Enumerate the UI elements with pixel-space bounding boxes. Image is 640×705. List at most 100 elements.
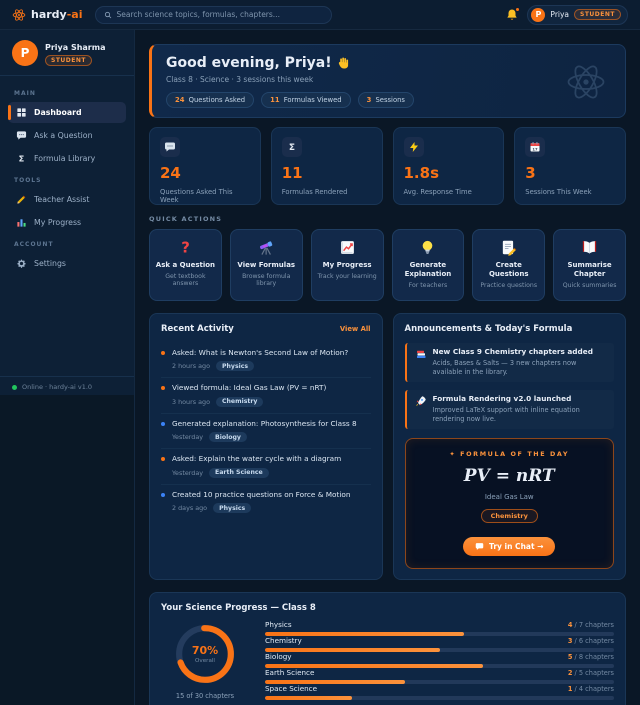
progress-title: Your Science Progress — Class 8 bbox=[161, 603, 316, 613]
subject-count: 4 / 7 chapters bbox=[568, 621, 614, 629]
quick-action-subtitle: Browse formula library bbox=[235, 273, 298, 288]
announcement-body: Acids, Bases & Salts — 3 new chapters no… bbox=[433, 359, 609, 377]
activity-text: Created 10 practice questions on Force &… bbox=[172, 490, 351, 499]
subject-name: Biology bbox=[265, 652, 292, 661]
sidebar-item-label: Dashboard bbox=[34, 108, 82, 117]
stat-value: 1.8s bbox=[404, 164, 494, 182]
activity-subject-badge: Biology bbox=[209, 432, 247, 442]
greeting-stat-pill: 3 Sessions bbox=[358, 92, 414, 108]
sidebar-item-teacher-assist[interactable]: Teacher Assist bbox=[8, 189, 126, 210]
activity-item[interactable]: Asked: Explain the water cycle with a di… bbox=[161, 449, 371, 484]
sidebar-section-label: TOOLS bbox=[8, 171, 126, 189]
user-menu[interactable]: P Priya STUDENT bbox=[527, 5, 628, 25]
sidebar-item-settings[interactable]: Settings bbox=[8, 253, 126, 274]
books-icon bbox=[415, 347, 427, 377]
stat-card: 24 Questions Asked This Week bbox=[149, 127, 261, 205]
quick-action-title: Create Questions bbox=[477, 261, 540, 279]
sidebar-profile: P Priya Sharma STUDENT bbox=[0, 30, 134, 76]
sidebar-item-dashboard[interactable]: Dashboard bbox=[8, 102, 126, 123]
announcement-item: Formula Rendering v2.0 launched Improved … bbox=[405, 390, 615, 429]
search-input[interactable] bbox=[117, 10, 323, 19]
subject-progress-row: Physics4 / 7 chapters bbox=[265, 620, 614, 636]
activity-time: 2 days ago bbox=[172, 504, 207, 512]
overall-label: Overall bbox=[195, 658, 215, 664]
chat-icon bbox=[16, 130, 27, 141]
greeting-stat-pill: 24 Questions Asked bbox=[166, 92, 254, 108]
activity-dot bbox=[161, 422, 165, 426]
search-icon bbox=[104, 11, 112, 19]
svg-text:17: 17 bbox=[533, 147, 539, 151]
quick-actions-heading: QUICK ACTIONS bbox=[149, 215, 626, 223]
sidebar-item-ask-a-question[interactable]: Ask a Question bbox=[8, 125, 126, 146]
progress-bar-fill bbox=[265, 696, 352, 700]
activity-item[interactable]: Created 10 practice questions on Force &… bbox=[161, 485, 371, 519]
sidebar-item-label: My Progress bbox=[34, 218, 81, 227]
activity-item[interactable]: Generated explanation: Photosynthesis fo… bbox=[161, 414, 371, 449]
subject-progress-row: Space Science1 / 4 chapters bbox=[265, 684, 614, 700]
activity-item[interactable]: Asked: What is Newton's Second Law of Mo… bbox=[161, 343, 371, 378]
activity-text: Viewed formula: Ideal Gas Law (PV = nRT) bbox=[172, 383, 326, 392]
stat-label: Questions Asked This Week bbox=[160, 188, 250, 204]
bulb-icon bbox=[419, 238, 436, 256]
sidebar-item-label: Formula Library bbox=[34, 154, 95, 163]
greeting-title: Good evening, Priya! bbox=[166, 55, 332, 71]
svg-text:Σ: Σ bbox=[19, 153, 25, 163]
pencil-icon bbox=[16, 194, 27, 205]
announcements-panel: Announcements & Today's Formula New Clas… bbox=[393, 313, 627, 580]
avatar: P bbox=[531, 8, 545, 22]
subject-count: 5 / 8 chapters bbox=[568, 653, 614, 661]
status-text: Online · hardy-ai v1.0 bbox=[22, 383, 92, 391]
svg-text:Σ: Σ bbox=[289, 143, 295, 153]
progress-bar-track bbox=[265, 696, 614, 700]
activity-time: 2 hours ago bbox=[172, 362, 210, 370]
subject-progress-row: Chemistry3 / 6 chapters bbox=[265, 636, 614, 652]
quick-action-my-progress[interactable]: My ProgressTrack your learning bbox=[311, 229, 384, 301]
notification-bell-icon[interactable] bbox=[505, 8, 519, 22]
stat-value: 11 bbox=[282, 164, 372, 182]
online-status-icon bbox=[12, 385, 17, 390]
announcement-title: Formula Rendering v2.0 launched bbox=[433, 394, 609, 403]
rocket-icon bbox=[415, 394, 427, 424]
main-content: Good evening, Priya! Class 8 · Science ·… bbox=[135, 30, 640, 705]
quick-action-summarise-chapter[interactable]: Summarise ChapterQuick summaries bbox=[553, 229, 626, 301]
overall-percent: 70% bbox=[192, 644, 218, 657]
avatar: P bbox=[12, 40, 38, 66]
activity-time: Yesterday bbox=[172, 433, 203, 441]
sidebar-section-label: ACCOUNT bbox=[8, 235, 126, 253]
notification-dot bbox=[515, 7, 520, 12]
wave-hand-icon bbox=[337, 56, 351, 70]
activity-item[interactable]: Viewed formula: Ideal Gas Law (PV = nRT)… bbox=[161, 378, 371, 413]
subject-count: 2 / 5 chapters bbox=[568, 669, 614, 677]
view-all-link[interactable]: View All bbox=[340, 325, 371, 333]
quick-action-title: Ask a Question bbox=[156, 261, 215, 270]
quick-action-subtitle: Get textbook answers bbox=[154, 273, 217, 288]
sidebar-item-formula-library[interactable]: Σ Formula Library bbox=[8, 148, 126, 169]
overall-caption: 15 of 30 chapters bbox=[161, 692, 249, 700]
activity-text: Generated explanation: Photosynthesis fo… bbox=[172, 419, 357, 428]
quick-action-view-formulas[interactable]: View FormulasBrowse formula library bbox=[230, 229, 303, 301]
app-logo: hardy-ai bbox=[12, 8, 83, 22]
sigma-icon: Σ bbox=[282, 137, 302, 157]
quick-action-subtitle: For teachers bbox=[409, 282, 448, 289]
svg-text:?: ? bbox=[181, 239, 190, 256]
top-bar: hardy-ai P Priya STUDENT bbox=[0, 0, 640, 30]
quick-action-create-questions[interactable]: Create QuestionsPractice questions bbox=[472, 229, 545, 301]
announcement-body: Improved LaTeX support with inline equat… bbox=[433, 406, 609, 424]
try-in-chat-button[interactable]: Try in Chat → bbox=[463, 537, 555, 556]
sidebar-item-my-progress[interactable]: My Progress bbox=[8, 212, 126, 233]
quick-action-ask-a-question[interactable]: ? Ask a Question Get textbook answers bbox=[149, 229, 222, 301]
logo-text: hardy bbox=[31, 8, 67, 21]
quick-action-title: Generate Explanation bbox=[397, 261, 460, 279]
atom-watermark-icon bbox=[565, 61, 607, 103]
search-bar[interactable] bbox=[95, 6, 332, 24]
quick-action-generate-explanation[interactable]: Generate Explanation For teachers bbox=[392, 229, 465, 301]
sidebar-section-label: MAIN bbox=[8, 84, 126, 102]
stat-value: 24 bbox=[160, 164, 250, 182]
atom-logo-icon bbox=[12, 8, 26, 22]
book-icon bbox=[581, 238, 598, 256]
greeting-stat-pill: 11 Formulas Viewed bbox=[261, 92, 350, 108]
announcements-title: Announcements & Today's Formula bbox=[405, 324, 573, 334]
overall-progress-donut: 70% Overall 15 of 30 chapters bbox=[161, 619, 249, 703]
activity-time: 3 hours ago bbox=[172, 398, 210, 406]
sidebar-item-label: Teacher Assist bbox=[34, 195, 89, 204]
